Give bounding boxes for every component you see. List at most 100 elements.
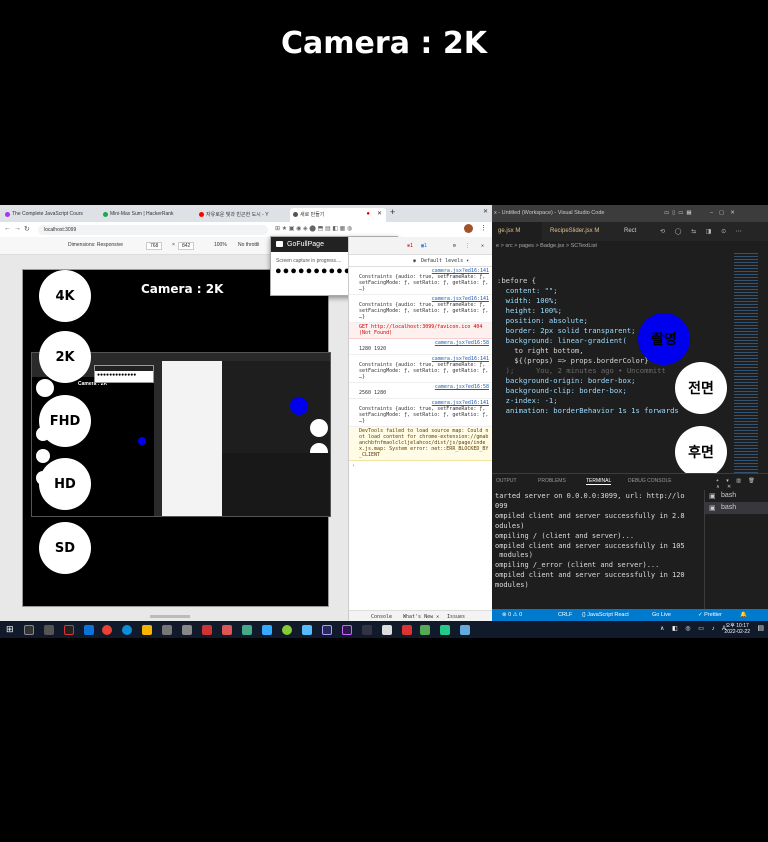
explorer-app-icon[interactable]: [142, 625, 152, 635]
console-filter-bar: ◉ Default levels ▾: [349, 255, 492, 267]
address-bar[interactable]: localhost:3099: [38, 225, 268, 235]
app-icon[interactable]: [420, 625, 430, 635]
capture-start-button[interactable]: 촬영: [638, 313, 690, 365]
vscode-app-icon[interactable]: [84, 625, 94, 635]
resolution-button-fhd[interactable]: FHD: [39, 395, 91, 447]
editor-tab[interactable]: Rect: [618, 222, 658, 241]
window-close-icon[interactable]: ✕: [483, 208, 488, 215]
windows-start-icon[interactable]: ⊞: [6, 624, 14, 635]
resize-handle[interactable]: [150, 615, 190, 618]
reload-icon[interactable]: ↻: [24, 225, 30, 233]
settings-icon[interactable]: ⚙: [453, 243, 456, 249]
problems-status[interactable]: ⊗ 0 ⚠ 0: [502, 612, 522, 618]
resolution-button-hd[interactable]: HD: [39, 458, 91, 510]
minimap[interactable]: [734, 253, 758, 473]
nested-popup: ●●●●●●●●●●●●●: [94, 365, 154, 383]
front-camera-button[interactable]: 전면: [675, 362, 727, 414]
app-icon[interactable]: [302, 625, 312, 635]
dimensions-select[interactable]: Dimensions: Responsive: [68, 242, 123, 248]
code-line: to right bottom,: [497, 346, 584, 355]
back-icon[interactable]: ←: [4, 225, 11, 232]
panel-tab-debug-console[interactable]: DEBUG CONSOLE: [628, 478, 672, 484]
app-icon[interactable]: [262, 625, 272, 635]
panel-tab-terminal[interactable]: TERMINAL: [586, 478, 612, 485]
chrome-toolbar: ← → ↻ localhost:3099 ⊞ ★ ▣ ◉ ◈ ⬤ ⬒ ▤ ◧ ▦…: [0, 222, 492, 237]
message-count-icon[interactable]: ▣1: [421, 243, 427, 249]
editor-actions-icons[interactable]: ⟲ ◯ ⇆ ◨ ⊙ ⋯: [660, 228, 746, 235]
close-icon[interactable]: ✕: [481, 243, 484, 249]
app-icon[interactable]: [402, 625, 412, 635]
message-text: Constraints {audio: true, setFrameRate: …: [359, 274, 492, 292]
app-icon[interactable]: [382, 625, 392, 635]
app-icon[interactable]: [460, 625, 470, 635]
language-status[interactable]: {} JavaScript React: [582, 612, 629, 618]
tab-label: Mini-Max Sum | HackerRank: [110, 211, 174, 217]
new-tab-icon[interactable]: +: [390, 207, 395, 217]
edge-app-icon[interactable]: [122, 625, 132, 635]
forward-icon[interactable]: →: [14, 225, 21, 232]
source-link[interactable]: camera.jsx?ed16:58: [435, 340, 489, 346]
app-icon[interactable]: [242, 625, 252, 635]
menu-icon[interactable]: ⋮: [480, 224, 487, 232]
nested-start-button: [290, 397, 308, 415]
nested-console: [162, 361, 222, 516]
chrome-app-icon[interactable]: [102, 625, 112, 635]
close-icon[interactable]: ✕: [377, 210, 382, 217]
resolution-button-2k[interactable]: 2K: [39, 331, 91, 383]
notification-center-icon[interactable]: ▤: [757, 624, 764, 632]
layout-icons[interactable]: ▭▯▭▦: [664, 210, 695, 216]
eol-status[interactable]: CRLF: [558, 612, 572, 618]
terminal-list-item[interactable]: ▣ bash: [705, 502, 768, 514]
back-camera-button[interactable]: 후면: [675, 426, 727, 478]
drawer-tab-issues[interactable]: Issues: [447, 614, 465, 620]
terminal-output[interactable]: tarted server on 0.0.0.0:3099, url: http…: [495, 492, 700, 591]
clock[interactable]: 오후 10:17 2022-02-22: [724, 623, 750, 635]
editor-tab[interactable]: ge.jsx M: [492, 222, 542, 241]
terminal-actions-icons[interactable]: + ▾ ▥ 🗑 ∧ ✕: [716, 478, 768, 490]
premiere-icon[interactable]: [342, 625, 352, 635]
notification-icon[interactable]: 🔔: [740, 612, 747, 618]
drawer-tab-console[interactable]: Console: [371, 614, 392, 620]
app-icon[interactable]: [162, 625, 172, 635]
chrome-tab-new[interactable]: 새로 만들기 ● ✕: [290, 208, 386, 222]
error-count-icon[interactable]: ⊗1: [407, 243, 413, 249]
app-icon[interactable]: [222, 625, 232, 635]
more-icon[interactable]: ⋮: [465, 243, 470, 249]
code-line: position: absolute;: [497, 316, 588, 325]
zoom-select[interactable]: 100%: [214, 242, 227, 248]
panel-tab-problems[interactable]: PROBLEMS: [538, 478, 566, 484]
eye-icon[interactable]: ◉: [413, 258, 416, 264]
app-icon[interactable]: [362, 625, 372, 635]
default-levels-select[interactable]: Default levels ▾: [421, 258, 469, 264]
task-view-icon[interactable]: [44, 625, 54, 635]
app-icon[interactable]: [440, 625, 450, 635]
extension-icons[interactable]: ⊞ ★ ▣ ◉ ◈ ⬤ ⬒ ▤ ◧ ▦ ◍: [275, 225, 352, 232]
terminal-app-icon[interactable]: [64, 625, 74, 635]
chrome-tab-youtube[interactable]: 자유로운 빛과 빈곤한 도시 - Y: [196, 208, 290, 222]
height-input[interactable]: 842: [178, 242, 195, 250]
console-prompt[interactable]: ›: [349, 461, 492, 471]
prettier-status[interactable]: ✓ Prettier: [698, 612, 722, 618]
terminal-line: ompiled client and server successfully i…: [495, 511, 685, 520]
app-icon[interactable]: [282, 625, 292, 635]
go-live-button[interactable]: Go Live: [652, 612, 671, 618]
after-effects-icon[interactable]: [322, 625, 332, 635]
search-icon[interactable]: [24, 625, 34, 635]
chrome-tab-hackerrank[interactable]: Mini-Max Sum | HackerRank: [100, 208, 196, 222]
popup-title: GoFullPage: [287, 241, 324, 248]
resolution-button-sd[interactable]: SD: [39, 522, 91, 574]
chrome-tab-udemy[interactable]: The Complete JavaScript Cours: [2, 208, 98, 222]
width-input[interactable]: 768: [146, 242, 163, 250]
window-controls[interactable]: –▢✕: [710, 210, 741, 216]
source-link[interactable]: camera.jsx?ed16:58: [435, 384, 489, 390]
throttle-select[interactable]: No throttli: [238, 242, 259, 248]
drawer-tab-whats-new[interactable]: What's New ✕: [403, 614, 439, 620]
app-icon[interactable]: [202, 625, 212, 635]
editor-tab[interactable]: RecipeSlider.jsx M: [544, 222, 616, 241]
system-tray-icons[interactable]: ∧ ◧ ◎ ▭ ♪ A: [660, 625, 729, 632]
app-icon[interactable]: [182, 625, 192, 635]
terminal-list-item[interactable]: ▣ bash: [705, 490, 768, 502]
panel-tab-output[interactable]: OUTPUT: [496, 478, 517, 484]
avatar[interactable]: [464, 224, 473, 233]
resolution-button-4k[interactable]: 4K: [39, 270, 91, 322]
